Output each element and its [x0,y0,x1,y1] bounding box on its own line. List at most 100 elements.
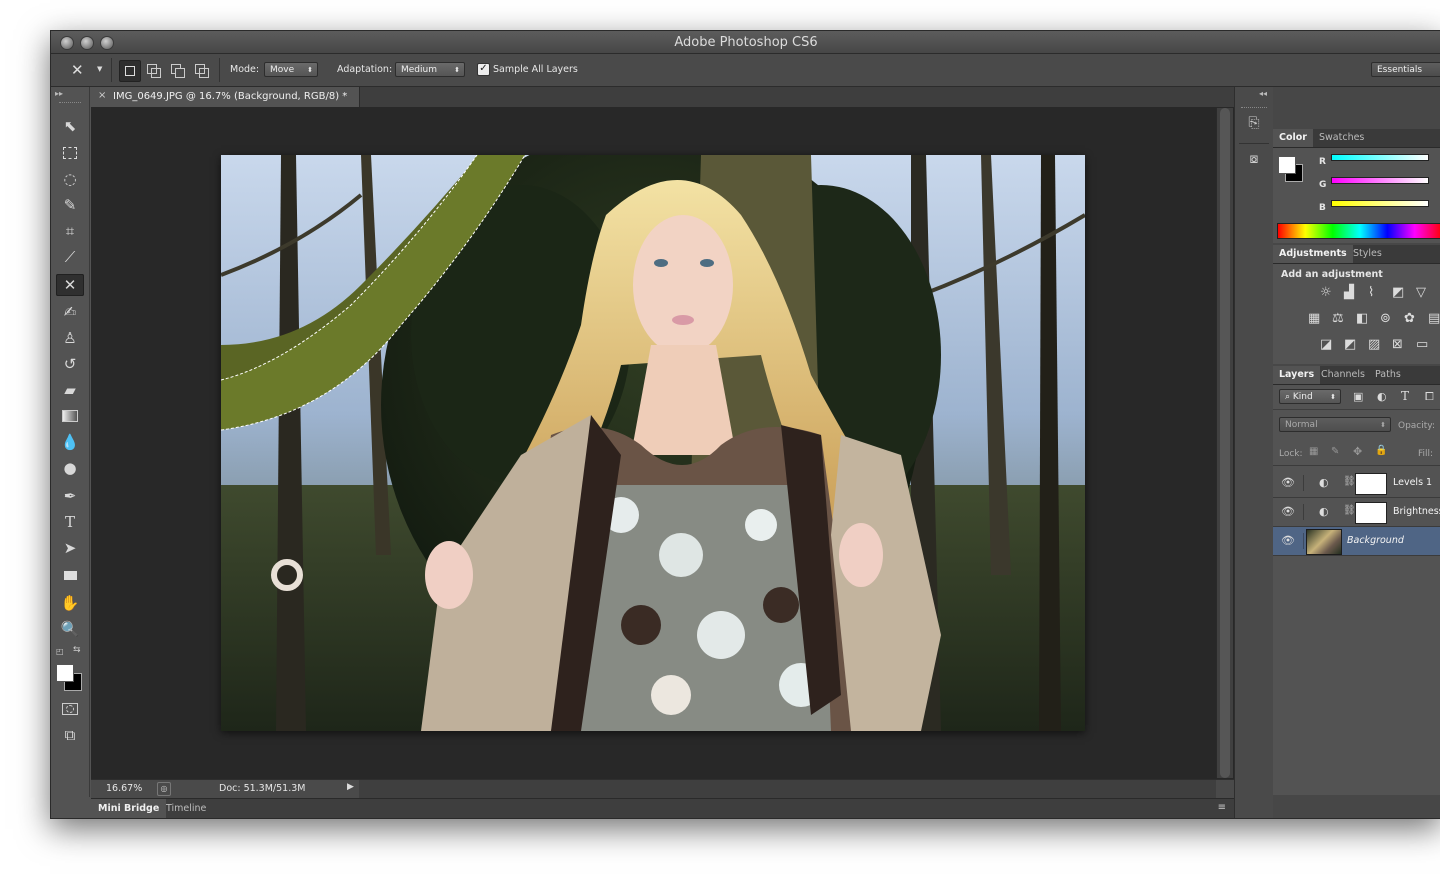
curves-icon[interactable]: ⌇ [1368,285,1374,300]
exposure-icon[interactable]: ◩ [1392,285,1404,300]
brightness-contrast-icon[interactable]: ☼ [1320,285,1332,300]
color-lookup-icon[interactable]: ▤ [1428,311,1440,326]
close-document-icon[interactable]: × [98,90,106,101]
scroll-thumb[interactable] [1220,108,1230,778]
quick-selection-tool-icon[interactable]: ✎ [56,194,84,216]
filter-type-icon[interactable]: T [1401,389,1409,403]
document-image[interactable] [221,155,1085,731]
layer-thumbnail[interactable] [1306,529,1342,555]
visibility-eye-icon[interactable]: 👁 [1281,534,1295,547]
lock-position-icon[interactable]: ✥ [1353,445,1362,458]
lock-all-icon[interactable]: 🔒 [1375,445,1387,456]
content-aware-move-tool-icon[interactable]: ✕ [71,61,84,79]
properties-panel-icon[interactable]: ⧇ [1242,151,1266,175]
lock-image-icon[interactable]: ✎ [1331,446,1339,457]
layer-mask-thumbnail[interactable] [1355,502,1387,524]
type-tool-icon[interactable]: T [56,511,84,533]
canvas-area[interactable] [91,108,1234,779]
marquee-tool-icon[interactable] [56,142,84,164]
adaptation-select[interactable]: Medium ⬍ [395,62,465,77]
blur-tool-icon[interactable]: 💧 [56,431,84,453]
dodge-tool-icon[interactable]: ● [56,457,84,479]
swap-colors-icon[interactable]: ⇆ [73,645,81,655]
tab-timeline[interactable]: Timeline [159,799,213,818]
tab-color[interactable]: Color [1273,129,1313,147]
black-white-icon[interactable]: ◧ [1356,311,1368,326]
channel-g-slider[interactable] [1331,177,1429,184]
levels-icon[interactable]: ▟ [1344,285,1354,300]
panel-menu-icon[interactable]: ≡ [1218,802,1226,813]
status-menu-arrow-icon[interactable]: ▶ [347,782,354,792]
brush-tool-icon[interactable]: ✍ [56,301,84,323]
eyedropper-tool-icon[interactable]: ⟋ [56,246,84,268]
tab-channels[interactable]: Channels [1315,366,1371,384]
lock-transparent-icon[interactable]: ▦ [1309,446,1318,457]
tool-preset-dropdown-icon[interactable]: ▼ [97,65,102,73]
collapse-tools-icon[interactable]: ▸▸ [55,89,63,98]
tab-styles[interactable]: Styles [1347,245,1388,263]
screen-mode-icon[interactable]: ⧉ [56,724,84,746]
sample-all-layers-checkbox[interactable]: ✓ [477,63,490,76]
vibrance-icon[interactable]: ▽ [1416,285,1426,300]
invert-icon[interactable]: ◪ [1320,337,1332,352]
hue-saturation-icon[interactable]: ▦ [1308,311,1320,326]
channel-b-slider[interactable] [1331,200,1429,207]
status-bar: 16.67% ◎ Doc: 51.3M/51.3M ▶ [91,779,1234,798]
layer-row[interactable]: 👁 ◐ ⛓ Brightness [1273,498,1440,527]
rectangle-tool-icon[interactable] [56,564,84,586]
posterize-icon[interactable]: ◩ [1344,337,1356,352]
zoom-level[interactable]: 16.67% [106,783,142,794]
filter-adjustment-icon[interactable]: ◐ [1377,390,1387,403]
horizontal-scrollbar[interactable] [359,780,1216,798]
color-balance-icon[interactable]: ⚖ [1332,311,1344,326]
content-aware-move-tool-icon[interactable]: ✕ [56,274,84,296]
new-selection-button[interactable] [119,60,141,82]
workspace-switcher[interactable]: Essentials [1371,62,1440,77]
vertical-scrollbar[interactable] [1216,108,1233,778]
channel-r-slider[interactable] [1331,154,1429,161]
gradient-map-icon[interactable]: ⊠ [1392,337,1403,352]
selective-color-icon[interactable]: ▭ [1416,337,1428,352]
layer-filter-select[interactable]: ⌕ Kind ⬍ [1279,389,1341,404]
pen-tool-icon[interactable]: ✒ [56,485,84,507]
mode-select[interactable]: Move ⬍ [264,62,318,77]
tab-mini-bridge[interactable]: Mini Bridge [91,799,167,818]
default-colors-icon[interactable]: ◰ [56,647,64,656]
gradient-tool-icon[interactable] [56,405,84,427]
quick-mask-icon[interactable] [56,698,84,720]
zoom-tool-icon[interactable]: 🔍 [56,618,84,640]
path-selection-tool-icon[interactable]: ➤ [56,537,84,559]
tab-swatches[interactable]: Swatches [1313,129,1370,147]
crop-tool-icon[interactable]: ⌗ [56,220,84,242]
link-chain-icon[interactable]: ⛓ [1343,476,1356,487]
move-tool-icon[interactable]: ⬉ [56,115,84,137]
document-tab[interactable]: × IMG_0649.JPG @ 16.7% (Background, RGB/… [91,87,360,107]
clone-stamp-tool-icon[interactable]: ♙ [56,327,84,349]
status-info-icon[interactable]: ◎ [157,782,171,796]
color-spectrum[interactable] [1277,223,1440,239]
layer-row-selected[interactable]: 👁 Background [1273,527,1440,556]
document-tab-bar: × IMG_0649.JPG @ 16.7% (Background, RGB/… [91,87,1234,108]
channel-mixer-icon[interactable]: ✿ [1404,311,1415,326]
tab-layers[interactable]: Layers [1273,366,1321,384]
history-brush-tool-icon[interactable]: ↺ [56,353,84,375]
filter-pixel-icon[interactable]: ▣ [1353,390,1363,403]
hand-tool-icon[interactable]: ✋ [56,592,84,614]
color-fg-swatch[interactable] [1278,156,1296,174]
foreground-color-swatch[interactable] [56,664,74,682]
filter-shape-icon[interactable]: ⧠ [1425,390,1434,404]
tab-adjustments[interactable]: Adjustments [1273,245,1353,263]
photo-filter-icon[interactable]: ⊚ [1380,311,1391,326]
layer-mask-thumbnail[interactable] [1355,473,1387,495]
expand-panels-icon[interactable]: ◂◂ [1259,89,1267,98]
blend-mode-select[interactable]: Normal ⬍ [1279,417,1391,432]
visibility-eye-icon[interactable]: 👁 [1281,476,1295,489]
lasso-tool-icon[interactable]: ◌ [56,168,84,190]
threshold-icon[interactable]: ▨ [1368,337,1380,352]
layer-row[interactable]: 👁 ◐ ⛓ Levels 1 [1273,469,1440,498]
history-panel-icon[interactable]: ⎘ [1242,115,1266,139]
tab-paths[interactable]: Paths [1369,366,1407,384]
eraser-tool-icon[interactable]: ▰ [56,379,84,401]
link-chain-icon[interactable]: ⛓ [1343,505,1356,516]
visibility-eye-icon[interactable]: 👁 [1281,505,1295,518]
